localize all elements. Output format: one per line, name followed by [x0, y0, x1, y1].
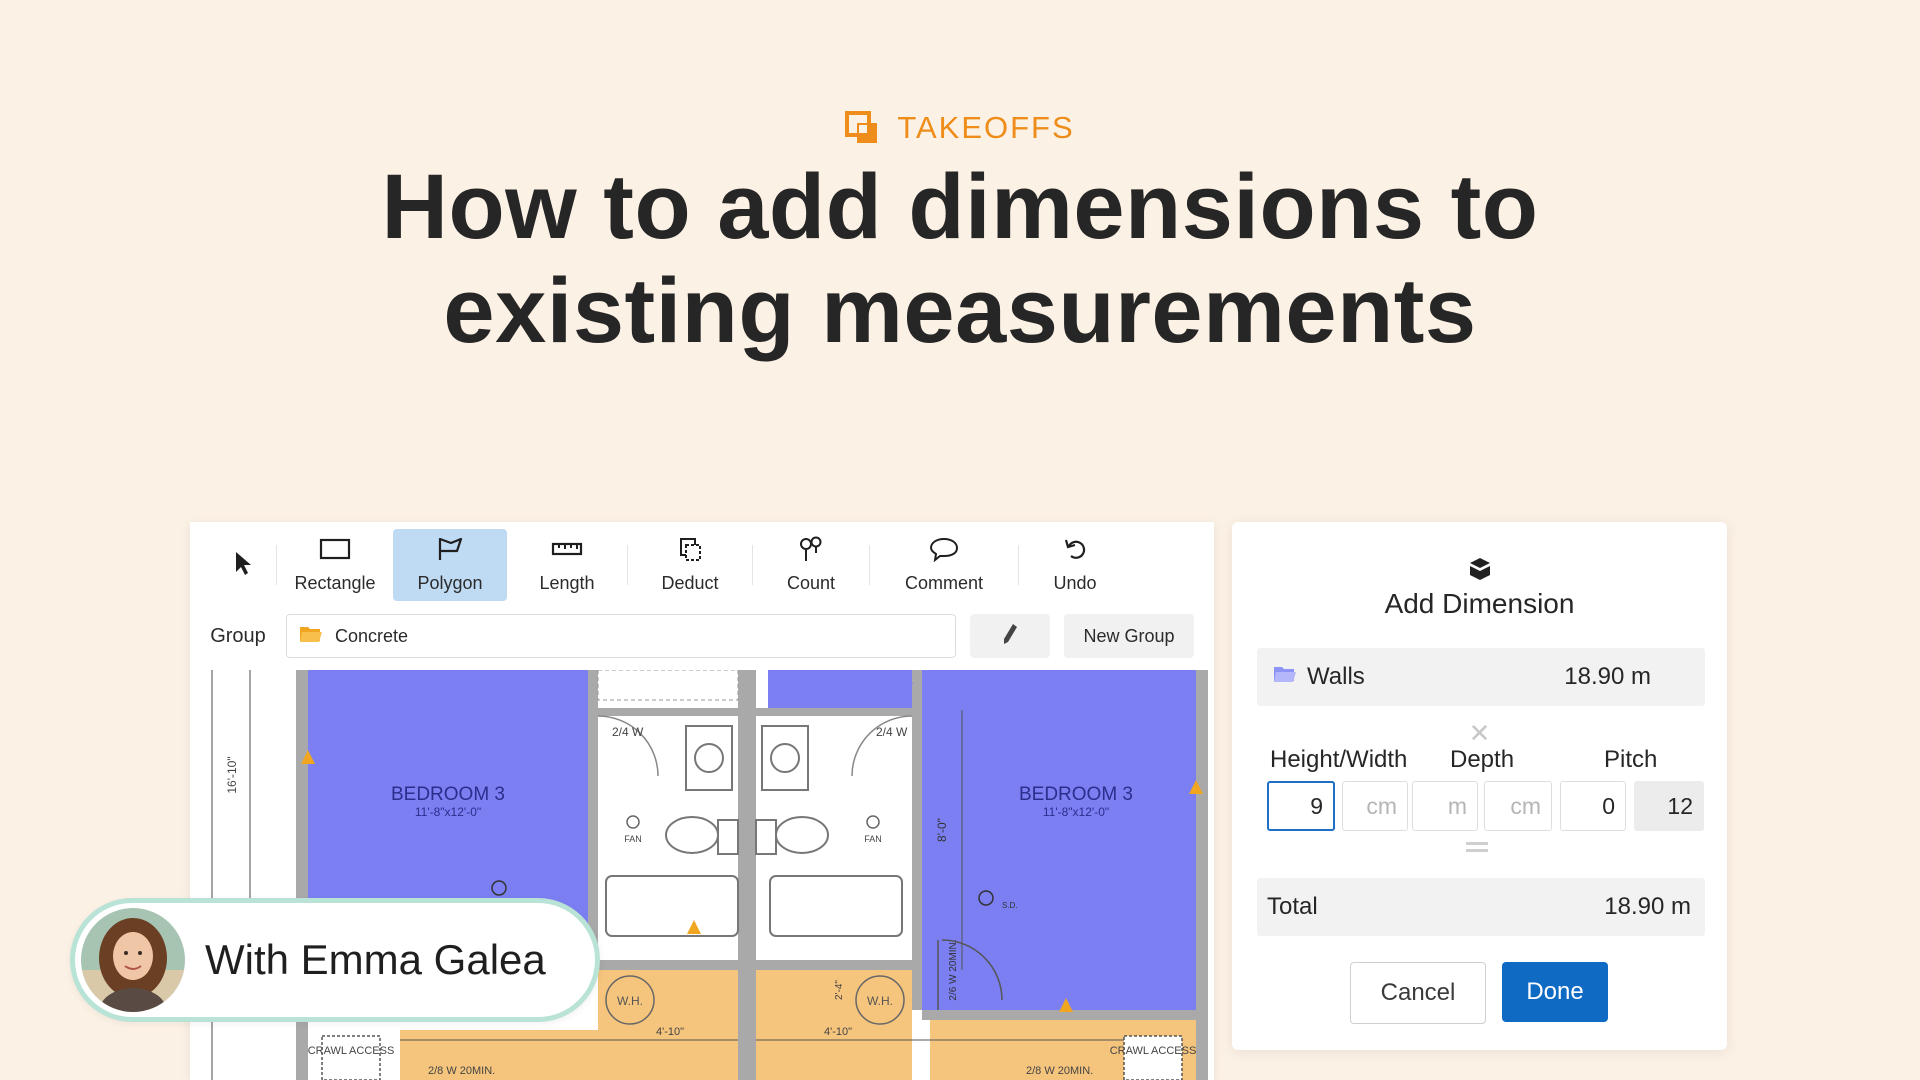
small-dimension-label: 2'-4" — [834, 980, 845, 1000]
utility-area-left[interactable] — [598, 970, 738, 1080]
smoke-detector-label: S.D. — [1002, 901, 1018, 910]
add-dimension-dialog: Add Dimension Walls 18.90 m ✕ Height/Wid… — [1232, 522, 1727, 1050]
title-line-2: existing measurements — [443, 260, 1477, 362]
walls-row: Walls 18.90 m — [1257, 648, 1705, 706]
done-button[interactable]: Done — [1502, 962, 1608, 1022]
presenter-badge: With Emma Galea — [70, 898, 600, 1022]
polygon-tool-label: Polygon — [417, 573, 483, 593]
rectangle-tool-label: Rectangle — [294, 573, 376, 593]
height-width-label: Height/Width — [1270, 746, 1408, 773]
ruler-icon — [550, 536, 584, 567]
total-label: Total — [1267, 893, 1318, 920]
count-icon — [794, 536, 828, 567]
water-heater-left: W.H. — [617, 994, 643, 1008]
takeoffs-logo-icon — [845, 111, 879, 145]
walls-value: 18.90 m — [1564, 663, 1651, 690]
undo-button[interactable]: Undo — [1019, 529, 1131, 601]
group-label: Group — [210, 624, 266, 647]
pitch-rise-input[interactable]: 0 — [1560, 781, 1626, 831]
total-value: 18.90 m — [1604, 893, 1691, 920]
cancel-button[interactable]: Cancel — [1350, 962, 1486, 1024]
dialog-title: Add Dimension — [1384, 588, 1575, 619]
edit-group-button[interactable] — [970, 614, 1050, 658]
measurement-toolbar: Rectangle Polygon Length Deduct Count Co… — [190, 522, 1214, 608]
equals-icon — [1466, 838, 1488, 856]
folder-icon — [299, 624, 323, 649]
polygon-tool-button[interactable]: Polygon — [393, 529, 507, 601]
bedroom-right-label: BEDROOM 3 — [1019, 784, 1133, 805]
comment-tool-button[interactable]: Comment — [870, 529, 1018, 601]
vertical-dimension-label: 16'-10" — [225, 756, 239, 793]
wall-label-left: 2/4 W — [612, 725, 644, 739]
height-input[interactable]: 9 — [1267, 781, 1335, 831]
comment-icon — [927, 536, 961, 567]
walls-label: Walls — [1307, 663, 1365, 690]
bedroom-left-label: BEDROOM 3 — [391, 784, 505, 805]
title-line-1: How to add dimensions to — [381, 156, 1539, 258]
depth-cm-input[interactable]: cm — [1484, 781, 1552, 831]
fan-label-left: FAN — [624, 834, 642, 844]
bottom-dimension-right: 4'-10" — [824, 1026, 852, 1038]
fan-label-right: FAN — [864, 834, 882, 844]
deduct-tool-button[interactable]: Deduct — [628, 529, 752, 601]
rectangle-icon — [318, 536, 352, 567]
group-select-value: Concrete — [335, 625, 409, 646]
pointer-icon — [224, 550, 258, 581]
cube-icon — [1232, 556, 1727, 587]
section-eyebrow: TAKEOFFS — [0, 110, 1920, 146]
crawl-access-right: CRAWL ACCESS — [1110, 1045, 1197, 1057]
eyebrow-label: TAKEOFFS — [897, 110, 1075, 145]
multiply-icon: ✕ — [1468, 718, 1491, 748]
deduct-icon — [673, 536, 707, 567]
door-label-left: 2/8 W 20MIN. — [428, 1065, 495, 1077]
depth-m-input[interactable]: m — [1412, 781, 1478, 831]
undo-icon — [1058, 536, 1092, 567]
wall-label-right: 2/4 W — [876, 725, 908, 739]
bottom-dimension-left: 4'-10" — [656, 1026, 684, 1038]
crawl-access-left: CRAWL ACCESS — [308, 1045, 395, 1057]
pitch-label: Pitch — [1604, 746, 1658, 773]
count-tool-button[interactable]: Count — [753, 529, 869, 601]
water-heater-right: W.H. — [867, 994, 893, 1008]
bedroom-left-size: 11'-8"x12'-0" — [415, 805, 481, 819]
door-label-vertical: 2/6 W 20MIN. — [948, 939, 959, 1000]
bedroom-right-area[interactable] — [922, 670, 1196, 1010]
folder-icon — [1273, 663, 1297, 691]
polygon-icon — [433, 536, 467, 567]
page-title: How to add dimensions to existing measur… — [0, 155, 1920, 363]
comment-tool-label: Comment — [904, 573, 984, 593]
length-tool-label: Length — [539, 573, 595, 593]
bedroom-right-size: 11'-8"x12'-0" — [1043, 805, 1109, 819]
group-select[interactable]: Concrete — [286, 614, 956, 658]
rectangle-tool-button[interactable]: Rectangle — [277, 529, 393, 601]
pitch-run-input[interactable]: 12 — [1634, 781, 1704, 831]
undo-label: Undo — [1053, 573, 1097, 593]
total-row: Total 18.90 m — [1257, 878, 1705, 936]
depth-label: Depth — [1450, 746, 1515, 773]
avatar — [81, 908, 185, 1012]
count-tool-label: Count — [786, 573, 836, 593]
door-label-right: 2/8 W 20MIN. — [1026, 1065, 1093, 1077]
new-group-button[interactable]: New Group — [1064, 614, 1194, 658]
group-row: Group Concrete New Group — [190, 608, 1214, 664]
select-tool-button[interactable] — [206, 529, 276, 601]
length-tool-button[interactable]: Length — [507, 529, 627, 601]
pencil-icon — [1000, 622, 1020, 651]
presenter-name: With Emma Galea — [205, 936, 546, 983]
mid-dimension-label: 8'-0" — [935, 818, 949, 842]
height-unit-input[interactable]: cm — [1342, 781, 1408, 831]
deduct-tool-label: Deduct — [661, 573, 719, 593]
